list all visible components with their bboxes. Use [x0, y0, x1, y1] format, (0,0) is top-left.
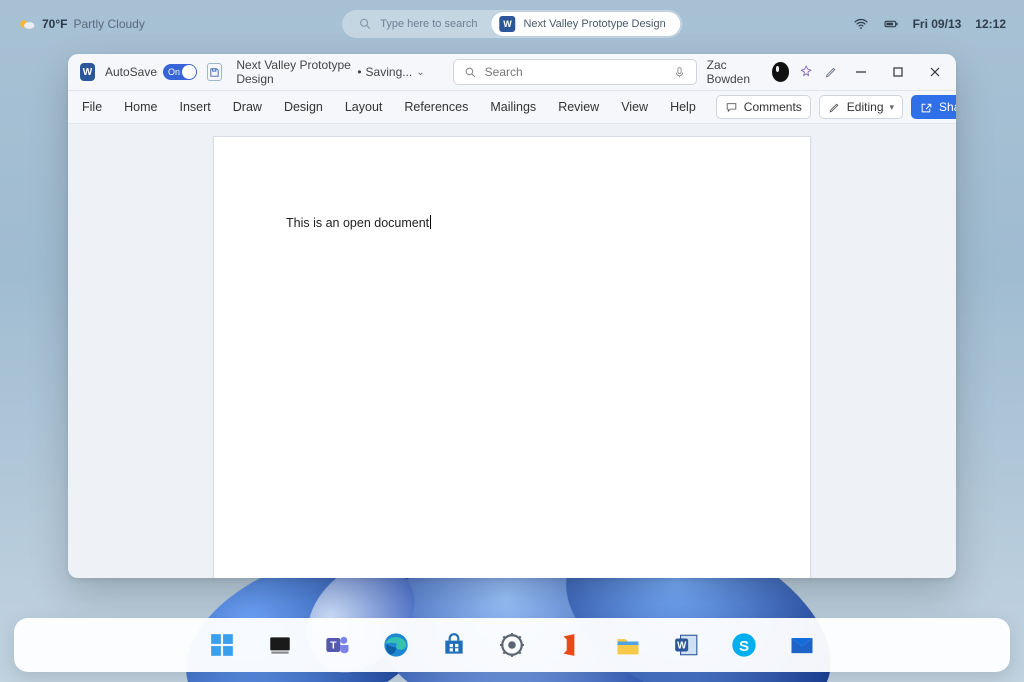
explorer-icon[interactable]: [613, 630, 643, 660]
tab-design[interactable]: Design: [282, 96, 325, 118]
tab-help[interactable]: Help: [668, 96, 698, 118]
avatar: [772, 62, 790, 82]
word-taskbar-icon[interactable]: W: [671, 630, 701, 660]
document-area[interactable]: This is an open document: [68, 124, 956, 578]
editing-button[interactable]: Editing ▾: [819, 95, 903, 119]
document-title: Next Valley Prototype Design: [236, 58, 353, 86]
titlebar: W AutoSave On Next Valley Prototype Desi…: [68, 54, 956, 90]
document-page[interactable]: This is an open document: [213, 136, 811, 578]
tab-review[interactable]: Review: [556, 96, 601, 118]
chevron-down-icon: ▾: [890, 102, 895, 113]
pencil-icon: [828, 101, 841, 114]
save-icon[interactable]: [207, 63, 222, 81]
autosave-label: AutoSave: [105, 65, 157, 79]
copilot-icon[interactable]: [799, 64, 813, 80]
document-status: Saving...: [366, 65, 413, 79]
teams-icon[interactable]: T: [323, 630, 353, 660]
title-search-placeholder: Search: [485, 65, 523, 79]
autosave-state: On: [163, 67, 180, 77]
autosave-toggle[interactable]: On: [163, 64, 197, 80]
task-view-button[interactable]: [265, 630, 295, 660]
pen-icon[interactable]: [824, 64, 838, 80]
battery-icon[interactable]: [883, 16, 899, 32]
weather-icon: [18, 15, 36, 33]
comment-icon: [725, 101, 738, 114]
desktop-time[interactable]: 12:12: [975, 17, 1006, 31]
weather-desc: Partly Cloudy: [73, 17, 144, 31]
wifi-icon[interactable]: [853, 16, 869, 32]
desktop-top-bar: 70°F Partly Cloudy Type here to search W…: [0, 10, 1024, 38]
edge-icon[interactable]: [381, 630, 411, 660]
skype-icon[interactable]: S: [729, 630, 759, 660]
minimize-button[interactable]: [848, 58, 875, 86]
tab-mailings[interactable]: Mailings: [488, 96, 538, 118]
account-name: Zac Bowden: [707, 58, 766, 86]
desktop-date[interactable]: Fri 09/13: [913, 17, 962, 31]
comments-button[interactable]: Comments: [716, 95, 811, 119]
mail-icon[interactable]: [787, 630, 817, 660]
share-icon: [920, 101, 933, 114]
desktop-search[interactable]: Type here to search: [344, 12, 491, 36]
weather-temp: 70°F: [42, 17, 67, 31]
taskbar: T W S: [14, 618, 1010, 672]
autosave-control[interactable]: AutoSave On: [105, 64, 197, 80]
account-button[interactable]: Zac Bowden: [707, 58, 790, 86]
svg-text:T: T: [330, 640, 337, 652]
ribbon: File Home Insert Draw Design Layout Refe…: [68, 90, 956, 124]
weather-widget[interactable]: 70°F Partly Cloudy: [18, 15, 145, 33]
desktop-top-right: Fri 09/13 12:12: [853, 16, 1006, 32]
tab-home[interactable]: Home: [122, 96, 159, 118]
document-title-group[interactable]: Next Valley Prototype Design • Saving...…: [236, 58, 424, 86]
desktop-search-task: Type here to search W Next Valley Protot…: [342, 10, 682, 38]
tab-insert[interactable]: Insert: [178, 96, 213, 118]
tab-draw[interactable]: Draw: [231, 96, 264, 118]
desktop-search-placeholder: Type here to search: [380, 18, 477, 30]
store-icon[interactable]: [439, 630, 469, 660]
search-icon: [358, 17, 372, 31]
mic-icon[interactable]: [673, 66, 686, 79]
svg-text:S: S: [739, 638, 749, 655]
title-search[interactable]: Search: [453, 59, 697, 85]
word-app-icon: W: [80, 63, 95, 81]
word-window: W AutoSave On Next Valley Prototype Desi…: [68, 54, 956, 578]
tab-references[interactable]: References: [402, 96, 470, 118]
share-button[interactable]: Share ▾: [911, 95, 956, 119]
chevron-down-icon: ⌄: [416, 67, 424, 78]
tab-file[interactable]: File: [80, 96, 104, 118]
start-button[interactable]: [207, 630, 237, 660]
tab-view[interactable]: View: [619, 96, 650, 118]
word-icon: W: [499, 16, 515, 32]
tab-layout[interactable]: Layout: [343, 96, 385, 118]
maximize-button[interactable]: [885, 58, 912, 86]
desktop-task-pill[interactable]: W Next Valley Prototype Design: [491, 12, 679, 36]
close-button[interactable]: [921, 58, 948, 86]
desktop-task-label: Next Valley Prototype Design: [523, 18, 665, 30]
document-body-text: This is an open document: [286, 216, 429, 230]
search-icon: [464, 66, 477, 79]
text-cursor: [430, 215, 431, 229]
svg-text:W: W: [677, 640, 687, 651]
settings-icon[interactable]: [497, 630, 527, 660]
office-icon[interactable]: [555, 630, 585, 660]
